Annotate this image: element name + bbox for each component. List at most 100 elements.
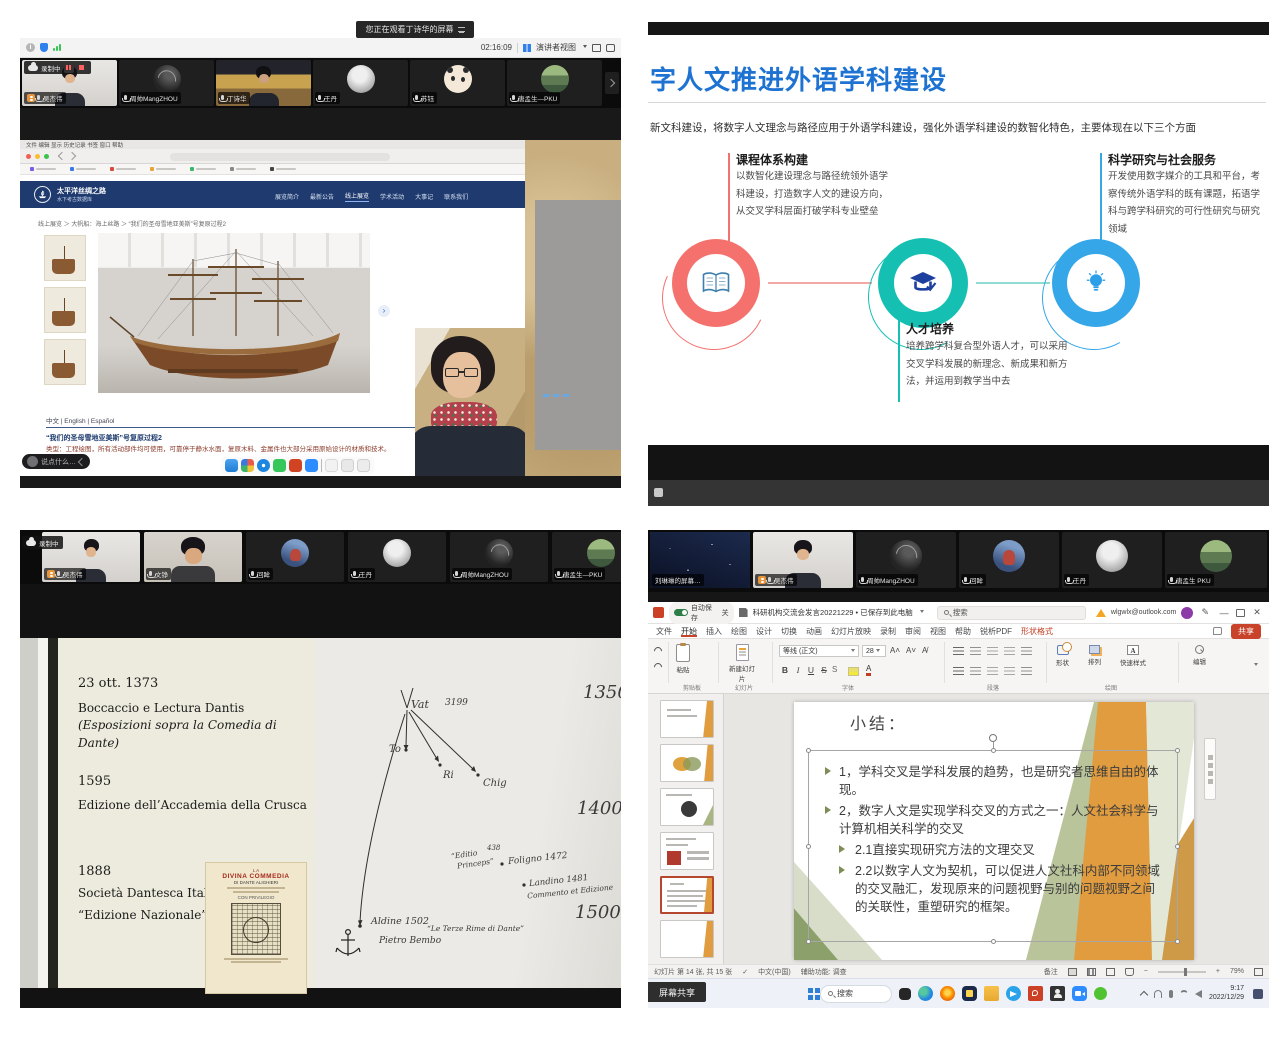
bullet-text[interactable]: 2.2以数字人文为契机，可以促进人文社科内部不同领域的交叉融汇，发现原来的问题视…	[855, 864, 1160, 914]
notes-button[interactable]: 备注	[1044, 967, 1058, 977]
paste-button[interactable]: 粘贴	[676, 644, 690, 674]
tab-view[interactable]: 视图	[930, 626, 946, 637]
tab-help[interactable]: 帮助	[955, 626, 971, 637]
gallery-thumbnail[interactable]	[44, 235, 86, 281]
taskbar-app-icon[interactable]	[962, 986, 977, 1001]
font-name-box[interactable]: 等线 (正文)	[779, 645, 859, 657]
tab-transitions[interactable]: 切换	[781, 626, 797, 637]
align-right-icon[interactable]	[987, 667, 998, 676]
headset-icon[interactable]	[1154, 990, 1162, 998]
indent-increase-icon[interactable]	[1004, 647, 1015, 656]
new-slide-button[interactable]: 新建幻灯片	[728, 644, 756, 683]
dock-document-icon[interactable]	[341, 459, 354, 472]
undo-icon[interactable]	[652, 645, 663, 656]
zoom-slider[interactable]	[1158, 971, 1206, 973]
presenter-webcam-overlay[interactable]	[415, 328, 525, 476]
slide-thumbnail-5-selected[interactable]	[660, 876, 714, 914]
nav-item[interactable]: 大事记	[415, 192, 433, 201]
nav-item-active[interactable]: 线上展览	[345, 191, 369, 202]
zoom-percent[interactable]: 79%	[1230, 968, 1244, 975]
zoom-out-button[interactable]: −	[1144, 968, 1148, 975]
participant-tile[interactable]: 苏钰	[410, 60, 505, 106]
slide-heading[interactable]: 小结：	[850, 710, 907, 734]
participant-tile[interactable]: 王丹	[1062, 532, 1162, 588]
collapsed-pane-tab[interactable]	[1204, 738, 1216, 800]
align-left-icon[interactable]	[953, 667, 964, 676]
participant-tile[interactable]: 王丹	[313, 60, 408, 106]
bookmark-item[interactable]	[190, 167, 216, 171]
bullet-list-icon[interactable]	[953, 647, 964, 656]
font-size-box[interactable]: 28	[862, 645, 886, 657]
slideshow-icon[interactable]	[1125, 968, 1134, 976]
bookmark-item[interactable]	[30, 167, 56, 171]
bullet-text[interactable]: 2，数字人文是实现学科交叉的方式之一：人文社会科学与计算机相关科学的交叉	[839, 804, 1158, 836]
share-button[interactable]: 共享	[1231, 624, 1261, 639]
taskbar-icon[interactable]	[654, 488, 663, 497]
indent-decrease-icon[interactable]	[987, 647, 998, 656]
line-spacing-icon[interactable]	[1021, 647, 1032, 656]
bold-button[interactable]: B	[780, 665, 790, 675]
tab-slideshow[interactable]: 幻灯片放映	[831, 626, 871, 637]
ppt-search-box[interactable]: 搜索	[937, 606, 1086, 620]
accessibility-status[interactable]: 辅助功能: 调查	[801, 967, 847, 977]
site-logo[interactable]	[34, 186, 51, 203]
minimize-button[interactable]: —	[1217, 608, 1231, 618]
bookmark-item[interactable]	[150, 167, 176, 171]
rotate-handle[interactable]	[989, 734, 997, 742]
quick-styles-button[interactable]: A快速样式	[1120, 645, 1146, 667]
zoom-in-button[interactable]: +	[1216, 968, 1220, 975]
telegram-icon[interactable]	[1006, 986, 1021, 1001]
security-shield-icon[interactable]	[40, 43, 48, 52]
nav-item[interactable]: 最新公告	[310, 192, 334, 201]
wifi-icon[interactable]	[1180, 990, 1188, 998]
tab-file[interactable]: 文件	[656, 626, 672, 637]
participant-tile[interactable]: 唐孟生—PKU	[507, 60, 602, 106]
powerpoint-icon[interactable]	[1028, 986, 1043, 1001]
edge-icon[interactable]	[918, 986, 933, 1001]
taskbar-search[interactable]: 搜索	[820, 985, 892, 1003]
number-list-icon[interactable]	[970, 647, 981, 656]
minimize-window-icon[interactable]	[35, 154, 40, 159]
tab-pdf[interactable]: 锐析PDF	[980, 626, 1012, 637]
slide-thumbnail-2[interactable]	[660, 744, 714, 782]
redo-icon[interactable]	[652, 661, 663, 672]
tray-expand-icon[interactable]	[1140, 991, 1148, 999]
slide-thumbnail-4[interactable]	[660, 832, 714, 870]
tab-home[interactable]: 开始	[681, 626, 697, 637]
underline-button[interactable]: U	[806, 665, 816, 675]
dock-document-icon[interactable]	[325, 459, 338, 472]
highlight-color-icon[interactable]	[848, 667, 859, 676]
taskbar-clock[interactable]: 9:17 2022/12/29	[1209, 985, 1244, 1003]
participant-tile-speaking[interactable]: 文铮	[144, 532, 242, 582]
bookmark-item[interactable]	[110, 167, 136, 171]
bullet-text[interactable]: 1，学科交叉是学科发展的趋势，也是研究者思维自由的体现。	[839, 765, 1158, 797]
spellcheck-icon[interactable]: ✓	[742, 968, 748, 976]
columns-icon[interactable]	[1021, 667, 1032, 676]
ribbon-display-icon[interactable]: ✎	[1198, 607, 1212, 618]
taskbar-app-icon[interactable]	[1050, 986, 1065, 1001]
zoom-window-icon[interactable]	[44, 154, 49, 159]
back-button[interactable]	[58, 152, 66, 160]
italic-button[interactable]: I	[793, 665, 803, 675]
participant-tile[interactable]: 周帅MangZHOU	[856, 532, 956, 588]
participant-tile[interactable]: 唐孟生—PKU	[552, 532, 621, 582]
language-switcher[interactable]: 中文 | English | Español	[46, 415, 114, 425]
shared-screen-tile[interactable]: 刘琳琳的屏幕…	[650, 532, 750, 588]
nav-item[interactable]: 联系我们	[444, 192, 468, 201]
address-bar[interactable]	[170, 153, 390, 161]
font-color-icon[interactable]: A	[866, 664, 871, 676]
view-switcher[interactable]: 演讲者视图	[536, 42, 576, 53]
autosave-toggle[interactable]: 自动保存 关	[669, 602, 734, 624]
slide-canvas[interactable]: 小结： 1，学科交叉是学科发展的趋势，也是研究者思维自由的体现。 2，数字人文是…	[794, 702, 1194, 960]
bullet-text[interactable]: 2.1直接实现研究方法的文理交叉	[855, 843, 1035, 857]
participant-tile[interactable]: 丁诗华	[216, 60, 311, 106]
dock-trash-icon[interactable]	[357, 459, 370, 472]
participant-tile[interactable]: 周帅MangZHOU	[119, 60, 214, 106]
clear-format-icon[interactable]: A̸	[922, 646, 927, 655]
notification-icon[interactable]	[1253, 989, 1263, 999]
nav-item[interactable]: 学术活动	[380, 192, 404, 201]
close-button[interactable]: ✕	[1250, 607, 1264, 618]
participant-tile[interactable]: 王丹	[348, 532, 446, 582]
menu-icon[interactable]	[458, 27, 465, 32]
wechat-icon[interactable]	[1094, 987, 1107, 1000]
